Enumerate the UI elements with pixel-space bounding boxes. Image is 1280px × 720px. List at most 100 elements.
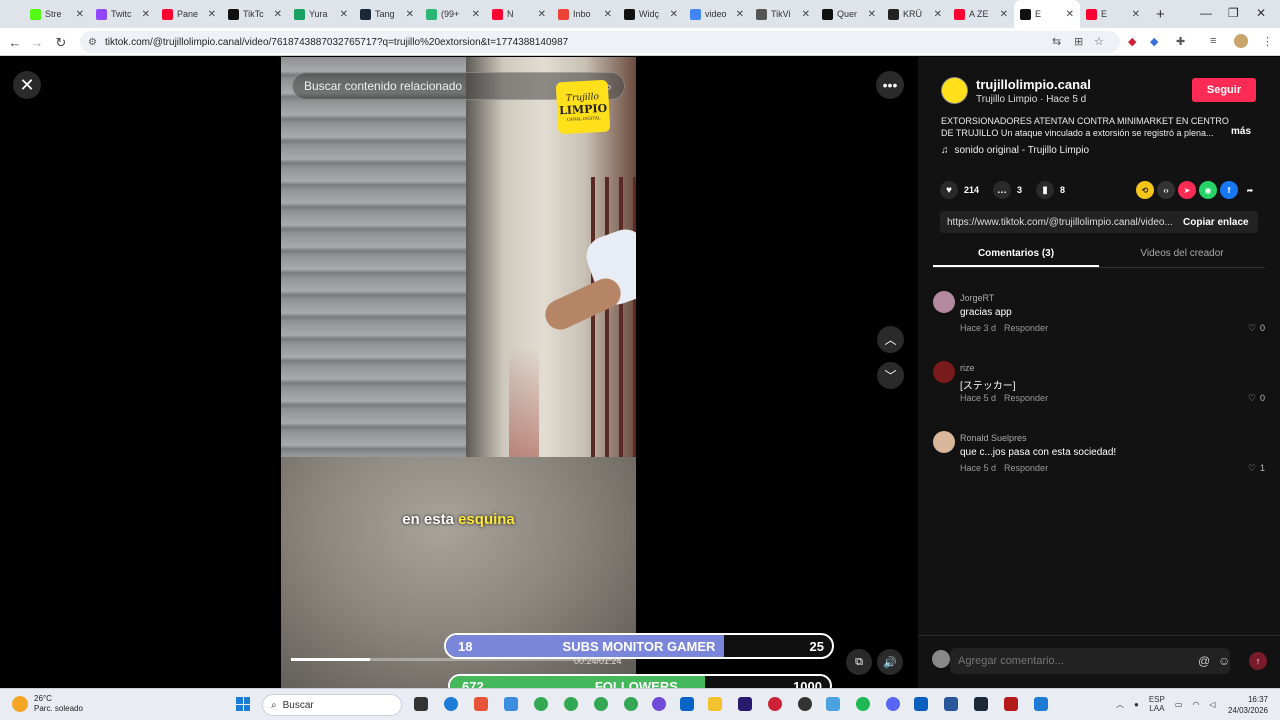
browser-tab[interactable]: KRÜ ✕: [882, 0, 948, 28]
browser-tab[interactable]: TikTc ✕: [222, 0, 288, 28]
clock[interactable]: 16:37 24/03/2026: [1226, 694, 1268, 716]
extension-icon[interactable]: ◆: [1128, 35, 1136, 48]
language-indicator[interactable]: ESP LAA: [1149, 695, 1165, 713]
close-tab-icon[interactable]: ✕: [274, 9, 282, 20]
volume-button[interactable]: 🔊: [877, 649, 903, 675]
facebook-icon[interactable]: f: [1220, 181, 1238, 199]
close-window-button[interactable]: ✕: [1256, 6, 1266, 20]
app-icon[interactable]: [1034, 697, 1048, 711]
emoji-icon[interactable]: ☺: [1218, 654, 1230, 668]
weather-widget[interactable]: 26°C Parc. soleado: [12, 694, 83, 714]
chrome-icon[interactable]: [534, 697, 548, 711]
chrome-icon[interactable]: [624, 697, 638, 711]
browser-menu-icon[interactable]: ⋮: [1262, 35, 1273, 48]
file-explorer-icon[interactable]: [708, 697, 722, 711]
app-icon[interactable]: [504, 697, 518, 711]
new-tab-button[interactable]: +: [1156, 6, 1165, 23]
reply-button[interactable]: Responder: [1004, 463, 1048, 473]
tab-comments[interactable]: Comentarios (3): [933, 243, 1099, 267]
translate-icon[interactable]: ⇆: [1052, 35, 1061, 48]
whatsapp-icon[interactable]: ◉: [1199, 181, 1217, 199]
app-icon[interactable]: [768, 697, 782, 711]
forward-button[interactable]: →: [26, 35, 48, 50]
close-tab-icon[interactable]: ✕: [406, 9, 414, 20]
save-button[interactable]: ▮: [1036, 181, 1055, 199]
install-app-icon[interactable]: ⊞: [1074, 35, 1083, 48]
premiere-icon[interactable]: [738, 697, 752, 711]
close-tab-icon[interactable]: ✕: [670, 9, 678, 20]
chrome-icon[interactable]: [564, 697, 578, 711]
close-tab-icon[interactable]: ✕: [538, 9, 546, 20]
address-bar[interactable]: ⚙ tiktok.com/@trujillolimpio.canal/video…: [80, 31, 1120, 53]
browser-tab[interactable]: Pane ✕: [156, 0, 222, 28]
close-tab-icon[interactable]: ✕: [142, 9, 150, 20]
task-view-icon[interactable]: [414, 697, 428, 711]
reply-button[interactable]: Responder: [1004, 393, 1048, 403]
copy-link-button[interactable]: Copiar enlace: [1175, 217, 1249, 228]
spotify-icon[interactable]: [856, 697, 870, 711]
commenter-avatar[interactable]: [933, 291, 955, 313]
browser-tab[interactable]: Stre ✕: [24, 0, 90, 28]
tab-search-icon[interactable]: ≡: [1210, 35, 1216, 47]
mention-icon[interactable]: @: [1198, 654, 1210, 668]
commenter-name[interactable]: rize: [960, 363, 975, 373]
browser-tab[interactable]: Yura ✕: [288, 0, 354, 28]
app-icon[interactable]: [826, 697, 840, 711]
share-link-text[interactable]: https://www.tiktok.com/@trujillolimpio.c…: [940, 217, 1175, 228]
close-tab-icon[interactable]: ✕: [1000, 9, 1008, 20]
close-tab-icon[interactable]: ✕: [934, 9, 942, 20]
comment-like-button[interactable]: ♡ 0: [1248, 323, 1265, 334]
close-tab-icon[interactable]: ✕: [76, 9, 84, 20]
edge-icon[interactable]: [444, 697, 458, 711]
commenter-avatar[interactable]: [933, 431, 955, 453]
back-button[interactable]: ←: [4, 35, 26, 50]
close-tab-icon[interactable]: ✕: [802, 9, 810, 20]
close-tab-icon[interactable]: ✕: [868, 9, 876, 20]
previous-video-button[interactable]: ︿: [877, 326, 904, 353]
bookmark-star-icon[interactable]: ☆: [1094, 35, 1104, 48]
comment-input[interactable]: [950, 648, 1230, 674]
microphone-icon[interactable]: ●: [1134, 700, 1139, 709]
browser-tab[interactable]: Twitc ✕: [90, 0, 156, 28]
commenter-avatar[interactable]: [933, 361, 955, 383]
extensions-puzzle-icon[interactable]: ✚: [1176, 35, 1185, 48]
close-tab-icon[interactable]: ✕: [604, 9, 612, 20]
maximize-button[interactable]: ❐: [1228, 6, 1239, 20]
display-icon[interactable]: ▭: [1175, 700, 1183, 709]
volume-icon[interactable]: ◁: [1209, 700, 1215, 709]
browser-tab[interactable]: Tang ✕: [354, 0, 420, 28]
commenter-name[interactable]: JorgeRT: [960, 293, 994, 303]
close-tab-icon[interactable]: ✕: [736, 9, 744, 20]
repost-icon[interactable]: ⟲: [1136, 181, 1154, 199]
browser-tab[interactable]: E ✕: [1014, 0, 1080, 28]
close-tab-icon[interactable]: ✕: [340, 9, 348, 20]
follow-button[interactable]: Seguir: [1192, 78, 1256, 102]
tab-creator-videos[interactable]: Videos del creador: [1099, 243, 1265, 267]
browser-tab[interactable]: E ✕: [1080, 0, 1146, 28]
minimize-button[interactable]: —: [1200, 6, 1212, 20]
comment-like-button[interactable]: ♡ 0: [1248, 393, 1265, 404]
calculator-icon[interactable]: [914, 697, 928, 711]
reply-button[interactable]: Responder: [1004, 323, 1048, 333]
profile-avatar[interactable]: [1234, 34, 1248, 48]
close-tab-icon[interactable]: ✕: [1066, 9, 1074, 20]
wifi-icon[interactable]: ◠: [1192, 700, 1199, 709]
browser-tab[interactable]: Quer ✕: [816, 0, 882, 28]
comment-button[interactable]: …: [993, 181, 1012, 199]
close-tab-icon[interactable]: ✕: [1132, 9, 1140, 20]
comment-like-button[interactable]: ♡ 1: [1248, 463, 1265, 474]
word-icon[interactable]: [944, 697, 958, 711]
browser-tab[interactable]: Widç ✕: [618, 0, 684, 28]
video-player[interactable]: Buscar contenido relacionado ⌕ Trujillo …: [281, 57, 636, 688]
commenter-name[interactable]: Ronald Suelpres: [960, 433, 1027, 443]
obs-icon[interactable]: [798, 697, 812, 711]
browser-tab[interactable]: A ZE ✕: [948, 0, 1014, 28]
browser-tab[interactable]: video ✕: [684, 0, 750, 28]
close-tab-icon[interactable]: ✕: [472, 9, 480, 20]
creator-username[interactable]: trujillolimpio.canal: [976, 77, 1091, 92]
browser-tab[interactable]: TikVi ✕: [750, 0, 816, 28]
chevron-up-icon[interactable]: ︿: [1116, 699, 1124, 710]
more-options-button[interactable]: •••: [876, 71, 904, 99]
browser-tab[interactable]: N ✕: [486, 0, 552, 28]
app-icon[interactable]: [652, 697, 666, 711]
